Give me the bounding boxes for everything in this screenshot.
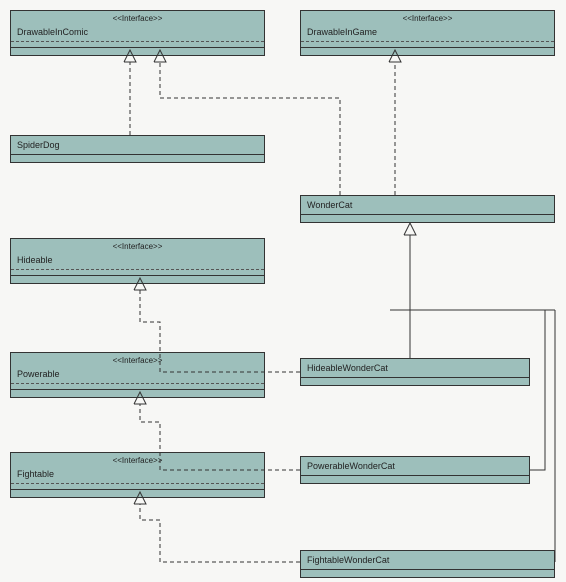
class-fightable-wonder-cat: FightableWonderCat xyxy=(300,550,555,578)
stereotype-label: <<Interface>> xyxy=(301,11,554,23)
interface-drawable-in-comic: <<Interface>> DrawableInComic xyxy=(10,10,265,56)
class-name: FightableWonderCat xyxy=(301,551,554,569)
realization-fightablewondercat-fightable xyxy=(140,504,300,562)
class-name: SpiderDog xyxy=(11,136,264,154)
interface-name: DrawableInComic xyxy=(11,23,264,41)
interface-powerable: <<Interface>> Powerable xyxy=(10,352,265,398)
class-name: HideableWonderCat xyxy=(301,359,529,377)
stereotype-label: <<Interface>> xyxy=(11,11,264,23)
interface-drawable-in-game: <<Interface>> DrawableInGame xyxy=(300,10,555,56)
stereotype-label: <<Interface>> xyxy=(11,239,264,251)
class-hideable-wonder-cat: HideableWonderCat xyxy=(300,358,530,386)
class-name: WonderCat xyxy=(301,196,554,214)
class-wonder-cat: WonderCat xyxy=(300,195,555,223)
generalization-powerablewondercat-wondercat xyxy=(530,310,545,470)
class-name: PowerableWonderCat xyxy=(301,457,529,475)
realization-wondercat-drawableincomic xyxy=(160,62,340,195)
stereotype-label: <<Interface>> xyxy=(11,353,264,365)
interface-name: Hideable xyxy=(11,251,264,269)
interface-name: Fightable xyxy=(11,465,264,483)
class-powerable-wonder-cat: PowerableWonderCat xyxy=(300,456,530,484)
interface-name: DrawableInGame xyxy=(301,23,554,41)
interface-name: Powerable xyxy=(11,365,264,383)
interface-hideable: <<Interface>> Hideable xyxy=(10,238,265,284)
class-spider-dog: SpiderDog xyxy=(10,135,265,163)
interface-fightable: <<Interface>> Fightable xyxy=(10,452,265,498)
stereotype-label: <<Interface>> xyxy=(11,453,264,465)
